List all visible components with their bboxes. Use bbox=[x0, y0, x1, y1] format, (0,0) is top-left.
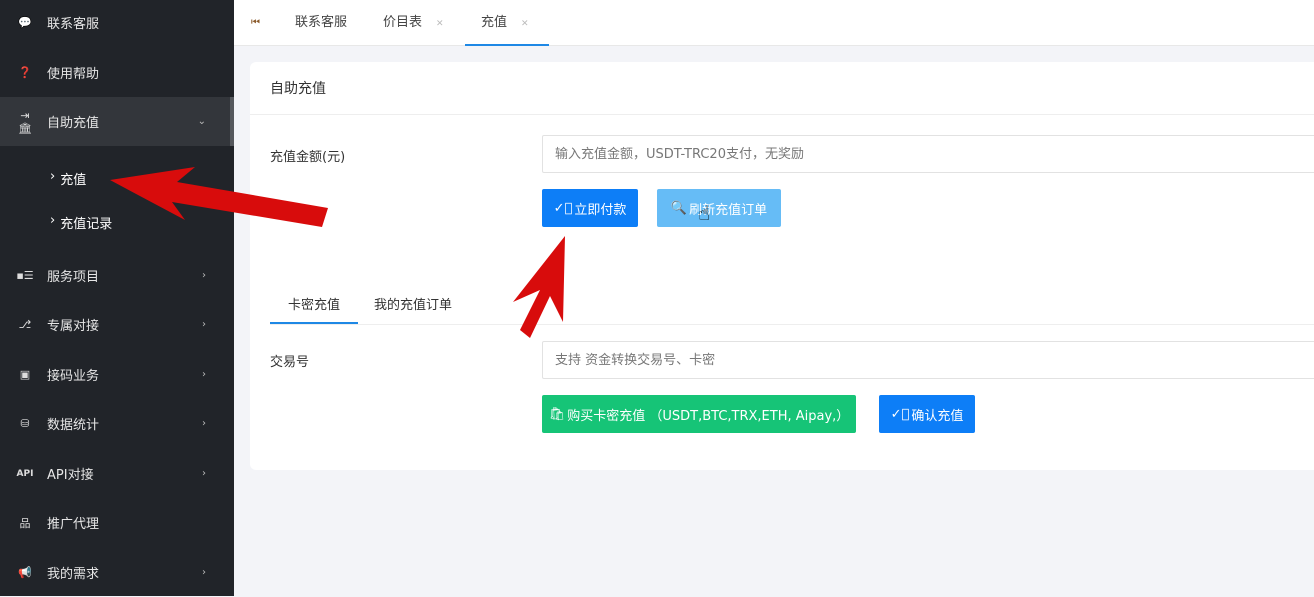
annotation-arrow-left bbox=[110, 167, 328, 227]
hand-cursor-icon: ☝ bbox=[698, 201, 710, 225]
annotation-arrow-up bbox=[513, 236, 565, 338]
annotation-arrows: ☝ bbox=[110, 167, 710, 338]
